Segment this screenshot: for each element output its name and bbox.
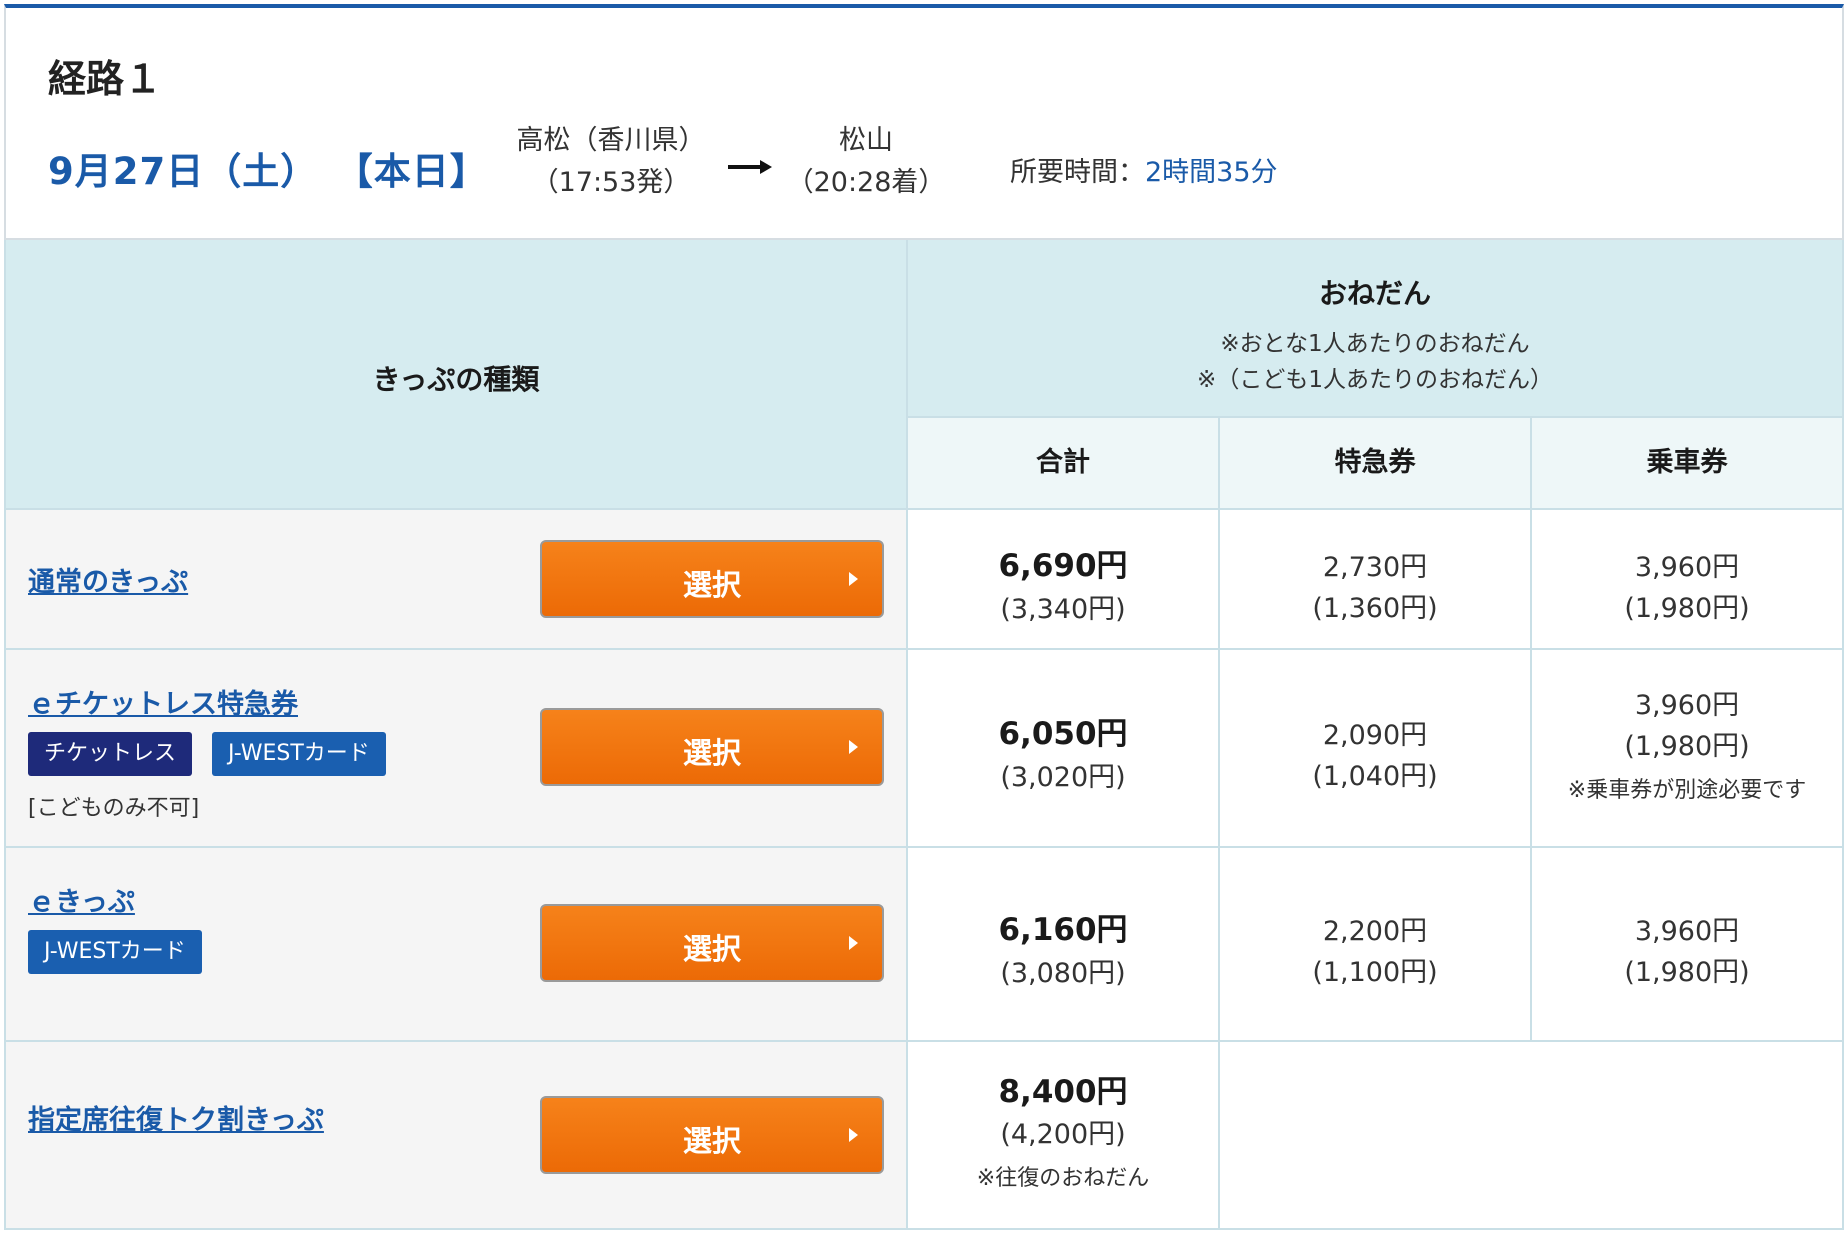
price-total-child: (3,340円) xyxy=(1000,594,1126,625)
column-header-total: 合計 xyxy=(908,418,1220,510)
price-express: 2,730円 xyxy=(1322,552,1428,583)
price-header-title: おねだん xyxy=(1318,277,1431,310)
select-button[interactable]: 選択 xyxy=(540,540,884,618)
departure-station-name: 高松（香川県） xyxy=(516,125,706,156)
route-summary-card: 経路１ 9月27日（土） 【本日】 高松（香川県） （17:53発） 松山 （20… xyxy=(4,4,1844,240)
price-total-cell: 6,690円 (3,340円) xyxy=(908,510,1220,650)
price-total-cell: 8,400円 (4,200円) ※往復のおねだん xyxy=(908,1042,1220,1230)
arrival-station-name: 松山 xyxy=(839,125,893,156)
price-fare-child: (1,980円) xyxy=(1624,731,1750,762)
price-note-adult: ※おとな1人あたりのおねだん xyxy=(1220,331,1530,357)
date-text: 9月27日（土） xyxy=(48,150,319,193)
price-express-cell: 2,200円 (1,100円) xyxy=(1220,848,1532,1042)
departure-station: 高松（香川県） （17:53発） xyxy=(506,120,716,204)
select-button-label: 選択 xyxy=(682,736,741,770)
ticket-type-header-label: きっぷの種類 xyxy=(372,363,540,396)
price-header: おねだん ※おとな1人あたりのおねだん ※（こども1人あたりのおねだん） xyxy=(908,240,1844,418)
price-fare: 3,960円 xyxy=(1634,916,1740,947)
right-arrow-icon xyxy=(728,160,772,174)
price-total-child: (3,020円) xyxy=(1000,762,1126,793)
ticket-row-e-ticketless: ｅチケットレス特急券 チケットレス J-WESTカード [こどものみ不可] 選択 xyxy=(4,650,908,848)
price-express-child: (1,040円) xyxy=(1312,761,1438,792)
price-total-child: (4,200円) xyxy=(1000,1119,1126,1150)
price-express-child: (1,360円) xyxy=(1312,593,1438,624)
duration-label: 所要時間： xyxy=(1010,157,1145,188)
route-title: 経路１ xyxy=(48,57,163,101)
play-triangle-icon xyxy=(849,1128,858,1142)
price-fare: 3,960円 xyxy=(1634,690,1740,721)
ticket-type-header: きっぷの種類 xyxy=(4,240,908,510)
ticket-link-e-kippu[interactable]: ｅきっぷ xyxy=(28,880,135,919)
price-express-child: (1,100円) xyxy=(1312,957,1438,988)
travel-duration: 所要時間：2時間35分 xyxy=(1010,150,1278,189)
price-fare-cell: 3,960円 (1,980円) ※乗車券が別途必要です xyxy=(1532,650,1844,848)
play-triangle-icon xyxy=(849,572,858,586)
today-label: 【本日】 xyxy=(354,150,488,193)
ticket-link-round-trip[interactable]: 指定席往復トク割きっぷ xyxy=(28,1098,324,1137)
select-button[interactable]: 選択 xyxy=(540,708,884,786)
select-button[interactable]: 選択 xyxy=(540,1096,884,1174)
arrival-time: （20:28着） xyxy=(786,167,946,198)
price-note-child: ※（こども1人あたりのおねだん） xyxy=(1197,367,1553,393)
price-fare-cell: 3,960円 (1,980円) xyxy=(1532,510,1844,650)
select-button[interactable]: 選択 xyxy=(540,904,884,982)
play-triangle-icon xyxy=(849,936,858,950)
column-header-fare: 乗車券 xyxy=(1532,418,1844,510)
round-trip-note: ※往復のおねだん xyxy=(976,1166,1150,1191)
departure-time: （17:53発） xyxy=(531,167,691,198)
fare-note: ※乗車券が別途必要です xyxy=(1567,778,1807,803)
price-total-child: (3,080円) xyxy=(1000,958,1126,989)
select-button-label: 選択 xyxy=(682,932,741,966)
ticket-row-round-trip: 指定席往復トク割きっぷ 選択 xyxy=(4,1042,908,1230)
price-total-cell: 6,160円 (3,080円) xyxy=(908,848,1220,1042)
route-date: 9月27日（土） 【本日】 xyxy=(48,141,488,195)
price-express-cell: 2,730円 (1,360円) xyxy=(1220,510,1532,650)
duration-value: 2時間35分 xyxy=(1145,157,1278,188)
price-total: 6,050円 xyxy=(998,716,1128,752)
price-total-cell: 6,050円 (3,020円) xyxy=(908,650,1220,848)
ticket-link-e-ticketless[interactable]: ｅチケットレス特急券 xyxy=(28,682,298,721)
column-header-express: 特急券 xyxy=(1220,418,1532,510)
price-express-cell: 2,090円 (1,040円) xyxy=(1220,650,1532,848)
price-total: 6,690円 xyxy=(998,548,1128,584)
price-fare-cell: 3,960円 (1,980円) xyxy=(1532,848,1844,1042)
ticket-row-regular: 通常のきっぷ 選択 xyxy=(4,510,908,650)
price-total: 8,400円 xyxy=(998,1074,1128,1110)
empty-price-cell xyxy=(1220,1042,1844,1230)
select-button-label: 選択 xyxy=(682,568,741,602)
arrival-station: 松山 （20:28着） xyxy=(786,120,946,204)
price-express: 2,200円 xyxy=(1322,916,1428,947)
price-express: 2,090円 xyxy=(1322,720,1428,751)
price-fare: 3,960円 xyxy=(1634,552,1740,583)
select-button-label: 選択 xyxy=(682,1124,741,1158)
price-total: 6,160円 xyxy=(998,912,1128,948)
price-fare-child: (1,980円) xyxy=(1624,593,1750,624)
ticketless-badge: チケットレス xyxy=(28,732,193,776)
ticket-row-e-kippu: ｅきっぷ J-WESTカード 選択 xyxy=(4,848,908,1042)
jwest-card-badge: J-WESTカード xyxy=(28,930,202,974)
ticket-link-regular[interactable]: 通常のきっぷ xyxy=(28,560,188,599)
price-fare-child: (1,980円) xyxy=(1624,957,1750,988)
jwest-card-badge: J-WESTカード xyxy=(212,732,386,776)
restriction-note: [こどものみ不可] xyxy=(28,796,200,821)
play-triangle-icon xyxy=(849,740,858,754)
